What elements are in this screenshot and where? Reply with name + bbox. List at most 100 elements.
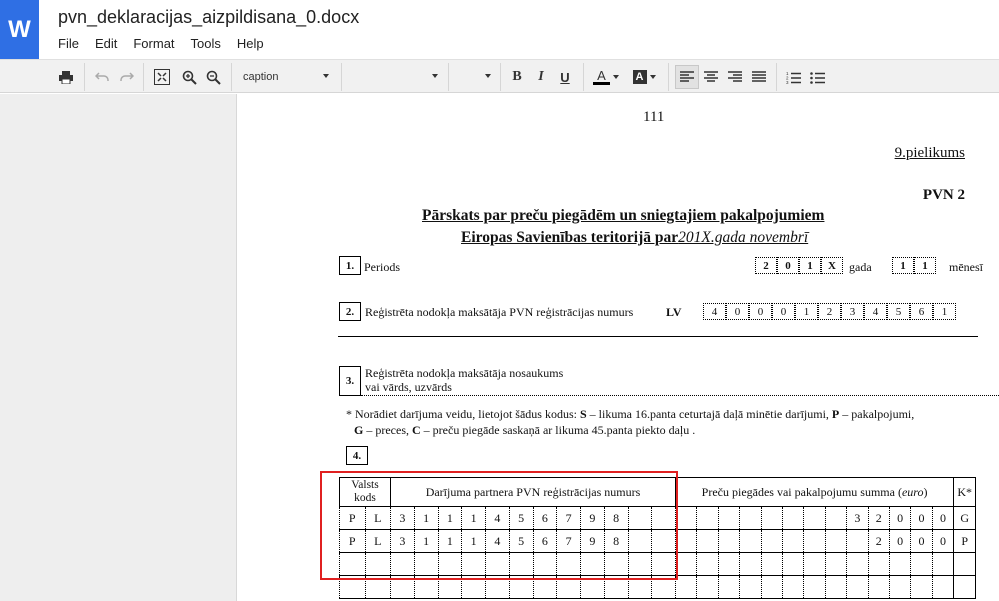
amount-cell[interactable]: [760, 552, 783, 576]
menu-edit[interactable]: Edit: [95, 36, 125, 51]
year-digit[interactable]: 2: [755, 257, 777, 274]
bold-button[interactable]: B: [507, 65, 527, 89]
amount-cell[interactable]: [846, 575, 869, 599]
amount-cell[interactable]: [781, 506, 805, 530]
amount-cell[interactable]: [717, 575, 741, 599]
amount-cell[interactable]: 3: [846, 506, 869, 530]
amount-cell[interactable]: [696, 506, 719, 530]
amount-cell[interactable]: [824, 552, 848, 576]
amount-cell[interactable]: [888, 575, 912, 599]
font-size-select[interactable]: [456, 65, 491, 89]
amount-cell[interactable]: [824, 575, 848, 599]
amount-cell[interactable]: [931, 575, 955, 599]
amount-cell[interactable]: [867, 552, 890, 576]
zoom-out-icon[interactable]: [203, 65, 223, 89]
app-logo[interactable]: W: [0, 0, 39, 59]
kind-cell[interactable]: [953, 575, 977, 599]
registration-digit[interactable]: 4: [864, 303, 887, 320]
amount-cell[interactable]: [910, 552, 933, 576]
registration-digit[interactable]: 0: [749, 303, 772, 320]
font-select[interactable]: [350, 65, 438, 89]
redo-icon[interactable]: [117, 65, 137, 89]
highlight-color-button[interactable]: A: [628, 65, 660, 89]
amount-cell[interactable]: [910, 575, 933, 599]
month-digit[interactable]: 1: [914, 257, 936, 274]
amount-cell[interactable]: [803, 506, 826, 530]
amount-cell[interactable]: [888, 552, 912, 576]
kind-cell[interactable]: G: [953, 506, 977, 530]
amount-cell[interactable]: 0: [888, 529, 912, 553]
amount-cell[interactable]: [674, 552, 698, 576]
amount-cell[interactable]: [781, 552, 805, 576]
amount-cell[interactable]: [760, 529, 783, 553]
document-title[interactable]: pvn_deklaracijas_aizpildisana_0.docx: [58, 7, 359, 28]
amount-cell[interactable]: [760, 575, 783, 599]
amount-cell[interactable]: [696, 529, 719, 553]
amount-cell[interactable]: [760, 506, 783, 530]
registration-digit[interactable]: 0: [726, 303, 749, 320]
align-center-button[interactable]: [700, 65, 722, 89]
amount-cell[interactable]: [696, 552, 719, 576]
registration-digit[interactable]: 1: [795, 303, 818, 320]
menu-file[interactable]: File: [58, 36, 87, 51]
registration-digit[interactable]: 1: [933, 303, 956, 320]
year-digit[interactable]: X: [821, 257, 843, 274]
amount-cell[interactable]: [717, 529, 741, 553]
print-icon[interactable]: [56, 65, 76, 89]
amount-cell[interactable]: [739, 575, 762, 599]
align-left-button[interactable]: [675, 65, 699, 89]
amount-cell[interactable]: 0: [888, 506, 912, 530]
zoom-in-icon[interactable]: [179, 65, 199, 89]
amount-cell[interactable]: [867, 575, 890, 599]
registration-digit[interactable]: 4: [703, 303, 726, 320]
style-select[interactable]: caption: [243, 65, 329, 89]
amount-cell[interactable]: 2: [867, 506, 890, 530]
amount-cell[interactable]: [674, 575, 698, 599]
align-right-button[interactable]: [724, 65, 746, 89]
menu-help[interactable]: Help: [237, 36, 272, 51]
amount-cell[interactable]: 2: [867, 529, 890, 553]
amount-cell[interactable]: [803, 552, 826, 576]
amount-cell[interactable]: 0: [931, 506, 955, 530]
amount-cell[interactable]: [803, 529, 826, 553]
registration-digit[interactable]: 0: [772, 303, 795, 320]
bulleted-list-button[interactable]: [806, 65, 828, 89]
align-justify-button[interactable]: [748, 65, 770, 89]
amount-cell[interactable]: [739, 506, 762, 530]
year-digit[interactable]: 0: [777, 257, 799, 274]
menu-format[interactable]: Format: [133, 36, 182, 51]
registration-digit[interactable]: 6: [910, 303, 933, 320]
amount-cell[interactable]: [674, 506, 698, 530]
numbered-list-button[interactable]: 123: [782, 65, 804, 89]
kind-cell[interactable]: P: [953, 529, 977, 553]
amount-cell[interactable]: [717, 506, 741, 530]
amount-cell[interactable]: [674, 529, 698, 553]
underline-button[interactable]: U: [555, 65, 575, 89]
registration-digit[interactable]: 2: [818, 303, 841, 320]
amount-cell[interactable]: [781, 529, 805, 553]
amount-cell[interactable]: [824, 529, 848, 553]
taxpayer-name-field[interactable]: [361, 395, 999, 396]
kind-cell[interactable]: [953, 552, 977, 576]
amount-cell[interactable]: [696, 575, 719, 599]
italic-button[interactable]: I: [531, 65, 551, 89]
amount-cell[interactable]: 0: [910, 529, 933, 553]
amount-cell[interactable]: [803, 575, 826, 599]
amount-cell[interactable]: [781, 575, 805, 599]
document-page[interactable]: 111 9.pielikums PVN 2 Pārskats par preču…: [238, 94, 999, 601]
month-digit[interactable]: 1: [892, 257, 914, 274]
undo-icon[interactable]: [92, 65, 112, 89]
amount-cell[interactable]: [824, 506, 848, 530]
amount-cell[interactable]: [717, 552, 741, 576]
amount-cell[interactable]: [846, 529, 869, 553]
amount-cell[interactable]: 0: [931, 529, 955, 553]
amount-cell[interactable]: [846, 552, 869, 576]
text-color-button[interactable]: A: [590, 65, 622, 89]
fit-page-icon[interactable]: [151, 65, 173, 89]
registration-digit[interactable]: 3: [841, 303, 864, 320]
amount-cell[interactable]: [739, 552, 762, 576]
registration-digit[interactable]: 5: [887, 303, 910, 320]
menu-tools[interactable]: Tools: [191, 36, 229, 51]
amount-cell[interactable]: [931, 552, 955, 576]
amount-cell[interactable]: 0: [910, 506, 933, 530]
